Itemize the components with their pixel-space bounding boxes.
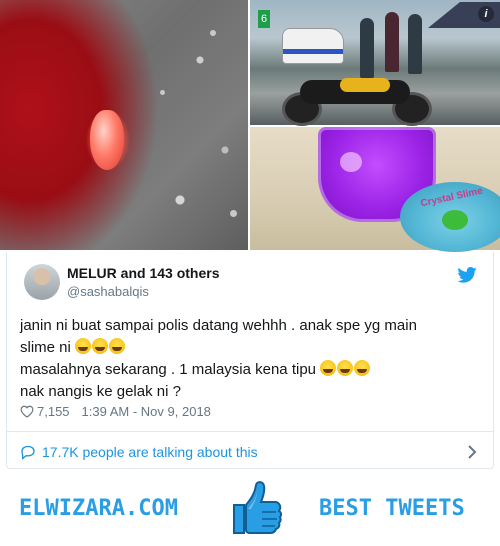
laughing-emoji-icon xyxy=(354,360,371,376)
tweet-media[interactable]: 6 i Crystal Slime xyxy=(0,0,500,252)
lid-label: Crystal Slime xyxy=(419,185,484,210)
footer-banner: ELWIZARA.COM BEST TWEETS xyxy=(0,476,500,542)
bystander xyxy=(408,14,422,74)
tweet-card[interactable]: MELUR and 143 others @sashabalqis janin … xyxy=(6,252,494,469)
blood-puddle-photo[interactable] xyxy=(0,0,248,250)
site-name[interactable]: ELWIZARA.COM xyxy=(19,496,178,521)
twitter-bird-icon[interactable] xyxy=(457,267,477,283)
tweet-meta: 7,155 1:39 AM - Nov 9, 2018 xyxy=(20,404,211,419)
tweet-line-with-emoji: masalahnya sekarang . 1 malaysia kena ti… xyxy=(20,359,480,381)
laughing-emoji-icon xyxy=(320,360,337,376)
motorcycle xyxy=(270,70,440,126)
author-handle[interactable]: @sashabalqis xyxy=(67,284,149,299)
avatar[interactable] xyxy=(24,264,60,300)
bystander xyxy=(360,18,374,78)
asphalt-speck xyxy=(160,90,165,95)
laughing-emoji-icon xyxy=(337,360,354,376)
road-sign: 6 xyxy=(258,10,270,28)
heart-icon[interactable] xyxy=(20,405,34,418)
thumbs-up-icon xyxy=(233,481,283,534)
banner-tagline: BEST TWEETS xyxy=(319,496,465,521)
talking-text[interactable]: 17.7K people are talking about this xyxy=(42,444,258,460)
conversation-link[interactable]: 17.7K people are talking about this xyxy=(20,444,258,460)
tweet-line: nak nangis ke gelak ni ? xyxy=(20,383,181,400)
laughing-emoji-icon xyxy=(92,338,109,354)
like-count[interactable]: 7,155 xyxy=(37,404,70,419)
bystander xyxy=(385,12,399,72)
asphalt-speck xyxy=(230,210,237,217)
fetus-like-slime xyxy=(90,110,124,170)
police-car xyxy=(282,28,344,64)
laughing-emoji-icon xyxy=(75,338,92,354)
tweet-line-with-emoji: slime ni xyxy=(20,337,480,359)
chevron-right-icon[interactable] xyxy=(467,445,477,459)
author-name[interactable]: MELUR and 143 others xyxy=(67,265,219,281)
asphalt-speck xyxy=(210,30,216,36)
laughing-emoji-icon xyxy=(109,338,126,354)
divider xyxy=(7,431,493,432)
tweet-text: janin ni buat sampai polis datang wehhh … xyxy=(20,315,480,403)
slime-lid: Crystal Slime xyxy=(400,182,500,252)
speech-bubble-icon xyxy=(21,445,35,460)
tweet-line: janin ni buat sampai polis datang wehhh … xyxy=(20,317,417,334)
tweet-timestamp[interactable]: 1:39 AM - Nov 9, 2018 xyxy=(82,404,211,419)
info-icon[interactable]: i xyxy=(478,6,494,22)
